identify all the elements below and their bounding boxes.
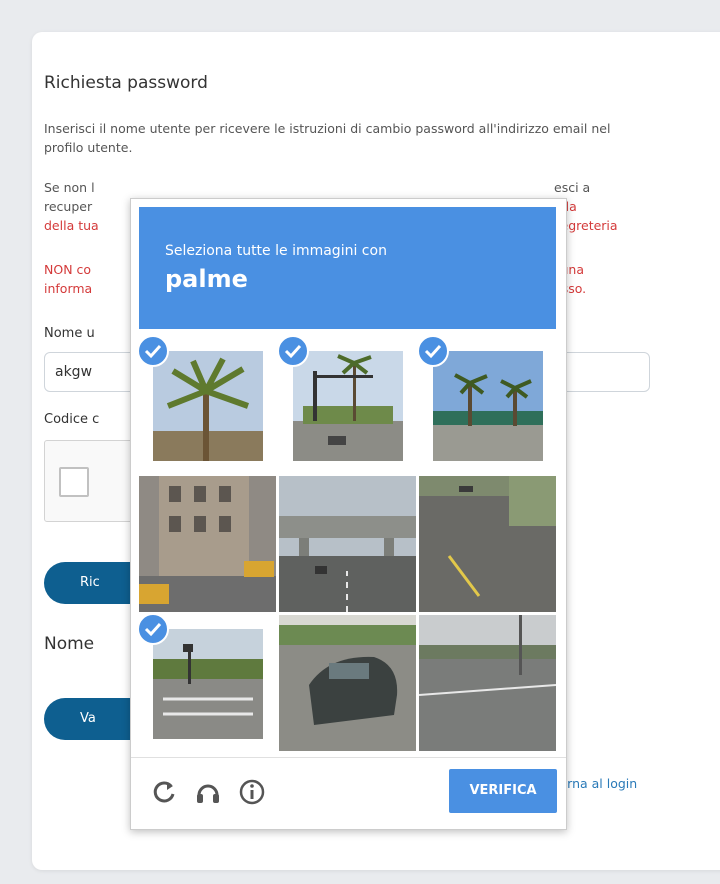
captcha-tile-7[interactable] — [139, 615, 276, 751]
captcha-target: palme — [165, 265, 248, 293]
recaptcha-checkbox[interactable] — [59, 467, 89, 497]
check-icon — [139, 615, 169, 645]
section-heading: Nome — [44, 634, 95, 654]
captcha-tile-6[interactable] — [419, 476, 556, 612]
warning-text-line2-start: informa — [44, 281, 93, 296]
reload-icon[interactable] — [149, 777, 179, 807]
help-text-line1-start: Se non l — [44, 180, 95, 195]
help-text-line2-start: recuper — [44, 199, 93, 214]
captcha-tile-2[interactable] — [279, 337, 416, 473]
captcha-divider — [131, 757, 566, 758]
check-icon — [419, 337, 449, 367]
page-title: Richiesta password — [44, 73, 208, 93]
code-label: Codice c — [44, 412, 100, 427]
captcha-header: Seleziona tutte le immagini con palme — [139, 207, 556, 329]
verify-button[interactable]: VERIFICA — [449, 769, 557, 813]
captcha-tile-9[interactable] — [419, 615, 556, 751]
warning-text-line1-start: NON co — [44, 262, 92, 277]
check-icon — [139, 337, 169, 367]
captcha-tile-4[interactable] — [139, 476, 276, 612]
captcha-tile-3[interactable] — [419, 337, 556, 473]
captcha-challenge: Seleziona tutte le immagini con palme VE… — [130, 198, 567, 830]
check-icon — [279, 337, 309, 367]
captcha-instruction: Seleziona tutte le immagini con — [165, 243, 387, 259]
instructions-text: Inserisci il nome utente per ricevere le… — [44, 121, 611, 155]
captcha-tile-1[interactable] — [139, 337, 276, 473]
captcha-tile-8[interactable] — [279, 615, 416, 751]
help-text-line1-end: esci a — [554, 180, 591, 195]
help-text-line3-start: della tua — [44, 218, 99, 233]
captcha-tile-5[interactable] — [279, 476, 416, 612]
info-icon[interactable] — [237, 777, 267, 807]
username-label: Nome u — [44, 326, 95, 341]
audio-icon[interactable] — [193, 777, 223, 807]
captcha-grid — [139, 337, 556, 751]
